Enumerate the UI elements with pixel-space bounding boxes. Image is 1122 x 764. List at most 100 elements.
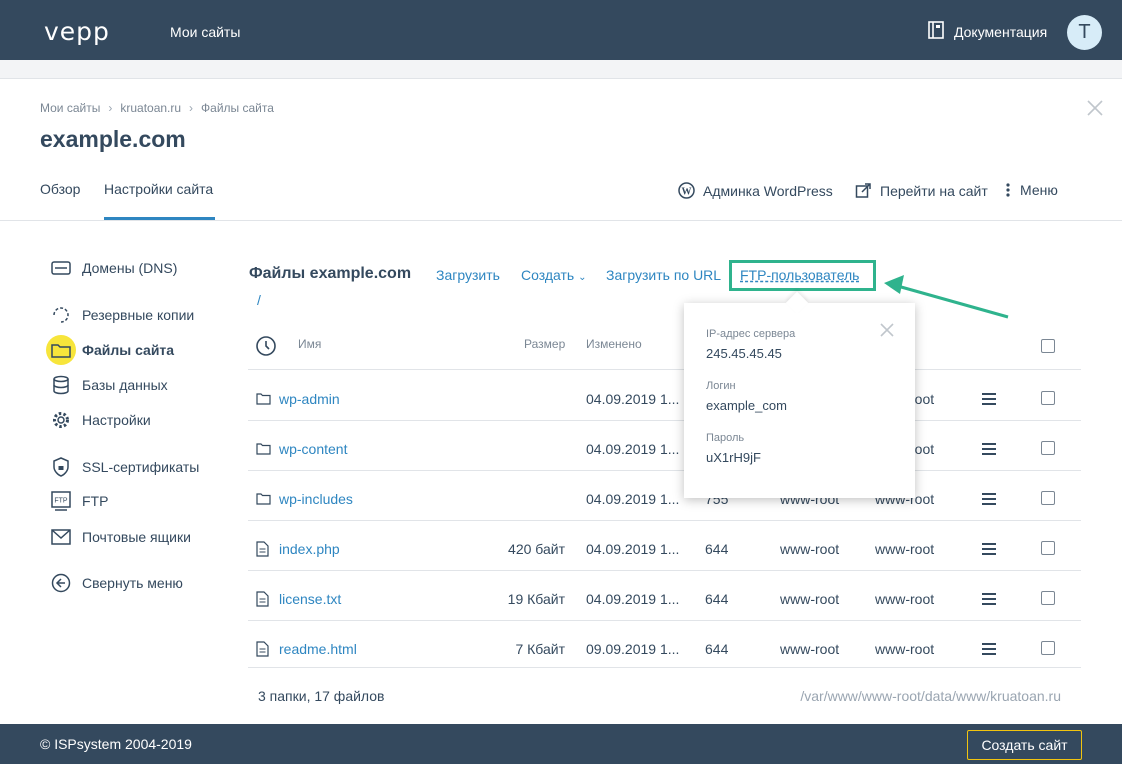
sidebar-item-label: Резервные копии xyxy=(82,307,195,323)
copyright: © ISPsystem 2004-2019 xyxy=(40,736,192,752)
external-link-icon xyxy=(855,183,871,198)
hamburger-icon[interactable] xyxy=(982,543,996,558)
row-checkbox[interactable] xyxy=(1041,641,1055,655)
menu-label: Меню xyxy=(1020,182,1058,198)
close-icon[interactable] xyxy=(1086,99,1104,117)
sidebar-item-mailboxes[interactable]: Почтовые ящики xyxy=(50,526,191,548)
file-size: 7 Кбайт xyxy=(515,641,565,657)
breadcrumb-separator: › xyxy=(189,101,194,115)
sidebar-item-databases[interactable]: Базы данных xyxy=(50,374,168,396)
file-modified: 04.09.2019 1... xyxy=(586,391,680,407)
nav-my-sites[interactable]: Мои сайты xyxy=(170,24,240,40)
breadcrumb-item: Файлы сайта xyxy=(201,101,274,115)
vepp-logo[interactable]: vepp xyxy=(44,17,110,46)
sidebar-item-label: SSL-сертификаты xyxy=(82,459,200,475)
folder-icon xyxy=(256,493,271,505)
hamburger-icon[interactable] xyxy=(982,593,996,608)
upload-link[interactable]: Загрузить xyxy=(436,267,500,283)
file-modified: 09.09.2019 1... xyxy=(586,641,680,657)
header-strip xyxy=(0,60,1122,79)
hamburger-icon[interactable] xyxy=(982,443,996,458)
popup-caret xyxy=(785,291,809,315)
create-dropdown[interactable]: Создать ⌄ xyxy=(521,267,587,283)
file-icon xyxy=(256,541,269,557)
sidebar-item-collapse[interactable]: Свернуть меню xyxy=(50,572,183,594)
file-modified: 04.09.2019 1... xyxy=(586,441,680,457)
menu-button[interactable]: Меню xyxy=(1006,182,1058,198)
history-icon[interactable] xyxy=(255,335,277,357)
files-title: Файлы example.com xyxy=(249,265,412,282)
goto-site-link[interactable]: Перейти на сайт xyxy=(855,182,988,199)
wordpress-icon: W xyxy=(678,182,695,199)
sidebar-item-ssl[interactable]: SSL-сертификаты xyxy=(50,456,199,478)
column-modified-header[interactable]: Изменено xyxy=(586,337,642,351)
gear-icon xyxy=(50,409,72,431)
file-owner: www-root xyxy=(780,641,840,657)
lock-icon xyxy=(50,456,72,478)
sidebar-item-label: Базы данных xyxy=(82,377,168,393)
avatar[interactable]: T xyxy=(1067,15,1102,50)
file-group: www-root xyxy=(875,591,935,607)
column-name-header[interactable]: Имя xyxy=(298,337,321,351)
chevron-down-icon: ⌄ xyxy=(578,272,587,283)
password-label: Пароль xyxy=(706,432,745,444)
select-all-checkbox[interactable] xyxy=(1041,339,1055,353)
breadcrumb-item[interactable]: Мои сайты xyxy=(40,101,100,115)
documentation-link[interactable]: Документация xyxy=(928,21,1047,40)
row-checkbox[interactable] xyxy=(1041,441,1055,455)
file-name[interactable]: wp-admin xyxy=(279,391,340,407)
tab-overview[interactable]: Обзор xyxy=(40,181,80,197)
breadcrumb: Мои сайты › kruatoan.ru › Файлы сайта xyxy=(40,101,274,115)
sidebar-item-label: Настройки xyxy=(82,412,151,428)
file-modified: 04.09.2019 1... xyxy=(586,491,680,507)
login-label: Логин xyxy=(706,380,736,392)
sidebar-item-ftp[interactable]: FTP FTP xyxy=(50,490,108,512)
folder-icon xyxy=(256,443,271,455)
row-checkbox[interactable] xyxy=(1041,491,1055,505)
file-name[interactable]: readme.html xyxy=(279,641,357,657)
tab-site-settings[interactable]: Настройки сайта xyxy=(104,181,213,197)
hamburger-icon[interactable] xyxy=(982,643,996,658)
file-permissions: 644 xyxy=(705,641,729,657)
breadcrumb-item[interactable]: kruatoan.ru xyxy=(120,101,181,115)
row-divider xyxy=(248,369,1081,370)
row-divider xyxy=(248,667,1081,668)
sidebar-item-files[interactable]: Файлы сайта xyxy=(46,335,174,365)
column-size-header[interactable]: Размер xyxy=(524,337,565,351)
files-summary: 3 папки, 17 файлов xyxy=(258,688,385,704)
file-name[interactable]: license.txt xyxy=(279,591,341,607)
goto-site-label: Перейти на сайт xyxy=(880,182,988,199)
row-divider xyxy=(248,520,1081,521)
row-checkbox[interactable] xyxy=(1041,541,1055,555)
upload-url-link[interactable]: Загрузить по URL xyxy=(606,267,721,283)
file-size: 420 байт xyxy=(508,541,565,557)
file-name[interactable]: index.php xyxy=(279,541,340,557)
hamburger-icon[interactable] xyxy=(982,393,996,408)
file-owner: www-root xyxy=(780,591,840,607)
file-icon xyxy=(256,641,269,657)
row-checkbox[interactable] xyxy=(1041,591,1055,605)
file-name[interactable]: wp-content xyxy=(279,441,347,457)
ftp-user-link[interactable]: FTP-пользователь xyxy=(740,267,859,283)
file-permissions: 644 xyxy=(705,541,729,557)
sidebar-item-dns[interactable]: Домены (DNS) xyxy=(50,257,177,279)
wp-admin-link[interactable]: W Админка WordPress xyxy=(678,182,833,199)
file-group: www-root xyxy=(875,541,935,557)
path-root[interactable]: / xyxy=(257,292,261,308)
sidebar-item-label: FTP xyxy=(82,493,109,509)
hamburger-icon[interactable] xyxy=(982,493,996,508)
sidebar-item-label: Свернуть меню xyxy=(82,575,183,591)
sidebar-item-settings[interactable]: Настройки xyxy=(50,409,151,431)
sidebar-item-backups[interactable]: Резервные копии xyxy=(50,304,194,326)
footer-bar: © ISPsystem 2004-2019 Создать сайт xyxy=(0,724,1122,764)
folder-icon xyxy=(256,393,271,405)
mail-icon xyxy=(50,526,72,548)
close-icon[interactable] xyxy=(879,322,895,338)
file-modified: 04.09.2019 1... xyxy=(586,541,680,557)
breadcrumb-separator: › xyxy=(108,101,113,115)
row-divider xyxy=(248,470,1081,471)
create-site-button[interactable]: Создать сайт xyxy=(967,730,1082,760)
file-name[interactable]: wp-includes xyxy=(279,491,353,507)
vertical-dots-icon xyxy=(1006,183,1010,197)
row-checkbox[interactable] xyxy=(1041,391,1055,405)
